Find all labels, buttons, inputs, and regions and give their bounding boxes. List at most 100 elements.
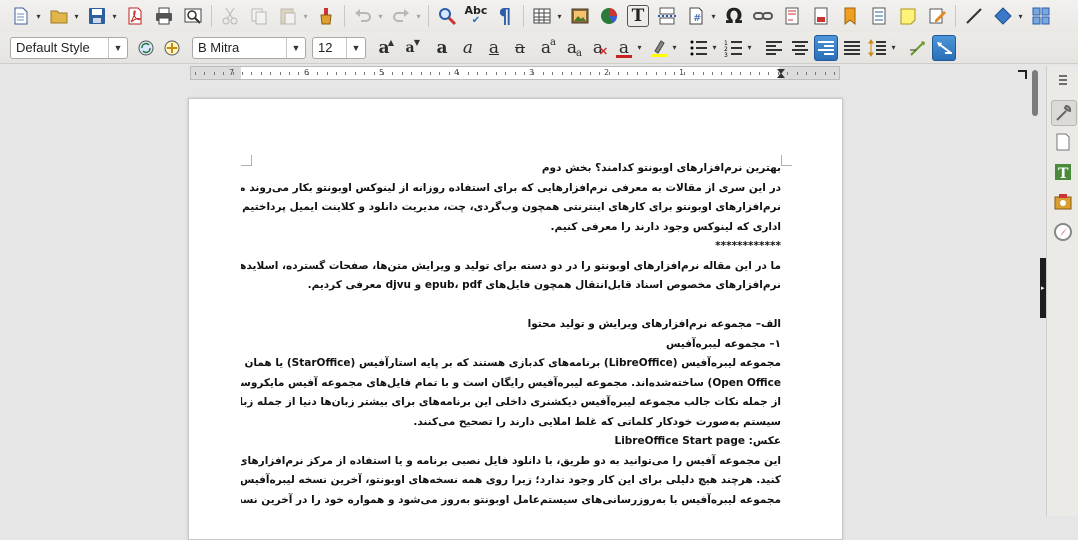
cross-reference-icon[interactable]	[866, 3, 892, 29]
font-color-icon[interactable]: a	[612, 35, 636, 61]
ltr-direction-icon[interactable]	[906, 35, 930, 61]
tab-stop-type-marker[interactable]	[1018, 70, 1027, 79]
clone-formatting-icon[interactable]	[313, 3, 339, 29]
paste-icon[interactable]	[275, 3, 301, 29]
paragraph-style-select[interactable]: Default Style ▼	[10, 36, 128, 59]
ruler-indent-marker[interactable]	[777, 73, 785, 78]
line-icon[interactable]	[961, 3, 987, 29]
export-pdf-icon[interactable]	[122, 3, 148, 29]
font-color-dropdown-chevron-icon[interactable]: ▾	[635, 35, 644, 61]
insert-textbox-icon[interactable]: T	[627, 5, 649, 27]
formatting-marks-icon[interactable]: ¶	[492, 3, 518, 29]
vertical-scrollbar[interactable]	[1030, 66, 1040, 516]
page-icon[interactable]	[1051, 130, 1075, 154]
underline-icon[interactable]: a	[482, 35, 506, 61]
page-break-icon[interactable]	[654, 3, 680, 29]
numbering-dropdown-chevron-icon[interactable]: ▾	[745, 35, 754, 61]
document-line[interactable]: سیستم به‌صورت خودکار کلماتی که غلط املای…	[241, 413, 781, 433]
superscript-icon[interactable]: aa	[534, 35, 558, 61]
gallery-icon[interactable]	[1051, 190, 1075, 214]
endnote-icon[interactable]	[808, 3, 834, 29]
save-icon[interactable]	[84, 3, 110, 29]
basic-shapes-icon[interactable]	[990, 3, 1016, 29]
document-line[interactable]: نرم‌افزارهای اوبونتو برای کارهای اینترنت…	[241, 198, 781, 218]
document-line[interactable]: اداری که لینوکس وجود دارند را معرفی کنیم…	[241, 218, 781, 238]
align-right-icon[interactable]	[814, 34, 838, 61]
sidebar-menu-icon[interactable]	[1051, 68, 1075, 92]
bold-icon[interactable]: a	[430, 35, 454, 61]
document-line[interactable]: این مجموعه آفیس را می‌توانید به دو طریق،…	[241, 452, 781, 472]
document-line[interactable]: مجموعه لیبره‌آفیس (LibreOffice) برنامه‌ه…	[241, 354, 781, 374]
document-line[interactable]: بهترین نرم‌افزارهای اوبونتو کدامند؟ بخش …	[241, 159, 781, 179]
align-center-icon[interactable]	[788, 35, 812, 61]
document-line[interactable]: ما در این مقاله نرم‌افزارهای اوبونتو را …	[241, 257, 781, 277]
undo-dropdown-chevron-icon[interactable]: ▾	[376, 3, 385, 29]
italic-icon[interactable]: a	[456, 35, 480, 61]
justify-icon[interactable]	[840, 35, 864, 61]
document-body[interactable]: بهترین نرم‌افزارهای اوبونتو کدامند؟ بخش …	[241, 159, 781, 510]
increase-font-size-icon[interactable]: a ▲	[372, 35, 396, 61]
print-icon[interactable]	[151, 3, 177, 29]
scrollbar-thumb[interactable]	[1032, 70, 1038, 116]
comment-icon[interactable]	[895, 3, 921, 29]
line-spacing-icon[interactable]	[866, 35, 890, 61]
insert-field-icon[interactable]: #	[683, 3, 709, 29]
document-line[interactable]: عکس: LibreOffice Start page	[241, 432, 782, 452]
copy-icon[interactable]	[246, 3, 272, 29]
open-folder-icon[interactable]	[46, 3, 72, 29]
insert-chart-icon[interactable]	[596, 3, 622, 29]
document-line[interactable]: کنید. هرچند هیچ دلیلی برای این کار وجود …	[241, 471, 781, 491]
save-dropdown-chevron-icon[interactable]: ▾	[110, 3, 119, 29]
insert-table-icon[interactable]	[529, 3, 555, 29]
font-name-select[interactable]: B Mitra ▼	[192, 36, 306, 59]
special-character-icon[interactable]: Ω	[721, 3, 747, 29]
new-style-icon[interactable]	[160, 35, 184, 61]
field-dropdown-chevron-icon[interactable]: ▾	[709, 3, 718, 29]
track-changes-icon[interactable]	[924, 3, 950, 29]
document-line[interactable]: Open Office) ساخته‌شده‌اند. مجموعه لیبره…	[241, 374, 781, 394]
rtl-direction-icon[interactable]	[932, 34, 956, 61]
document-page[interactable]: بهترین نرم‌افزارهای اوبونتو کدامند؟ بخش …	[188, 98, 843, 540]
open-dropdown-chevron-icon[interactable]: ▾	[72, 3, 81, 29]
numbering-icon[interactable]: 123	[722, 35, 746, 61]
clear-formatting-icon[interactable]: a ✕	[586, 35, 610, 61]
font-size-select[interactable]: 12 ▼	[312, 36, 366, 59]
document-line[interactable]: ۱– مجموعه لیبره‌آفیس	[241, 335, 781, 355]
collapse-arrow-icon[interactable]: ▸	[1041, 284, 1045, 292]
cut-icon[interactable]	[217, 3, 243, 29]
undo-icon[interactable]	[350, 3, 376, 29]
strikethrough-icon[interactable]: a	[508, 35, 532, 61]
document-line[interactable]: نرم‌افزارهای مخصوص اسناد قابل‌انتقال همچ…	[241, 276, 781, 296]
decrease-font-size-icon[interactable]: a ▼	[398, 35, 422, 61]
chevron-down-icon[interactable]: ▼	[346, 37, 365, 58]
draw-functions-icon[interactable]	[1028, 3, 1054, 29]
properties-icon[interactable]	[1051, 100, 1077, 126]
find-replace-icon[interactable]	[434, 3, 460, 29]
align-left-icon[interactable]	[762, 35, 786, 61]
navigator-icon[interactable]	[1051, 220, 1075, 244]
spelling-icon[interactable]: Abc ✔	[463, 3, 489, 29]
insert-image-icon[interactable]	[567, 3, 593, 29]
document-line[interactable]: الف– مجموعه نرم‌افزارهای ویرایش و تولید …	[241, 315, 781, 335]
subscript-icon[interactable]: aa	[560, 35, 584, 61]
chevron-down-icon[interactable]: ▼	[286, 37, 305, 58]
horizontal-ruler[interactable]: 7654321	[190, 66, 840, 80]
bullets-icon[interactable]	[687, 35, 711, 61]
update-style-icon[interactable]	[134, 35, 158, 61]
bullets-dropdown-chevron-icon[interactable]: ▾	[710, 35, 719, 61]
chevron-down-icon[interactable]: ▼	[108, 37, 127, 58]
print-preview-icon[interactable]	[180, 3, 206, 29]
highlight-dropdown-chevron-icon[interactable]: ▾	[670, 35, 679, 61]
new-dropdown-chevron-icon[interactable]: ▾	[34, 3, 43, 29]
document-line[interactable]	[241, 296, 781, 316]
table-dropdown-chevron-icon[interactable]: ▾	[555, 3, 564, 29]
bookmark-icon[interactable]	[837, 3, 863, 29]
document-line[interactable]: در این سری از مقالات به معرفی نرم‌افزاره…	[241, 179, 781, 199]
document-line[interactable]: ************	[241, 237, 781, 257]
new-document-icon[interactable]	[8, 3, 34, 29]
footnote-icon[interactable]	[779, 3, 805, 29]
document-line[interactable]: از جمله نکات جالب مجموعه لیبره‌آفیس دیکش…	[241, 393, 781, 413]
redo-icon[interactable]	[388, 3, 414, 29]
shapes-dropdown-chevron-icon[interactable]: ▾	[1016, 3, 1025, 29]
hyperlink-icon[interactable]	[750, 3, 776, 29]
